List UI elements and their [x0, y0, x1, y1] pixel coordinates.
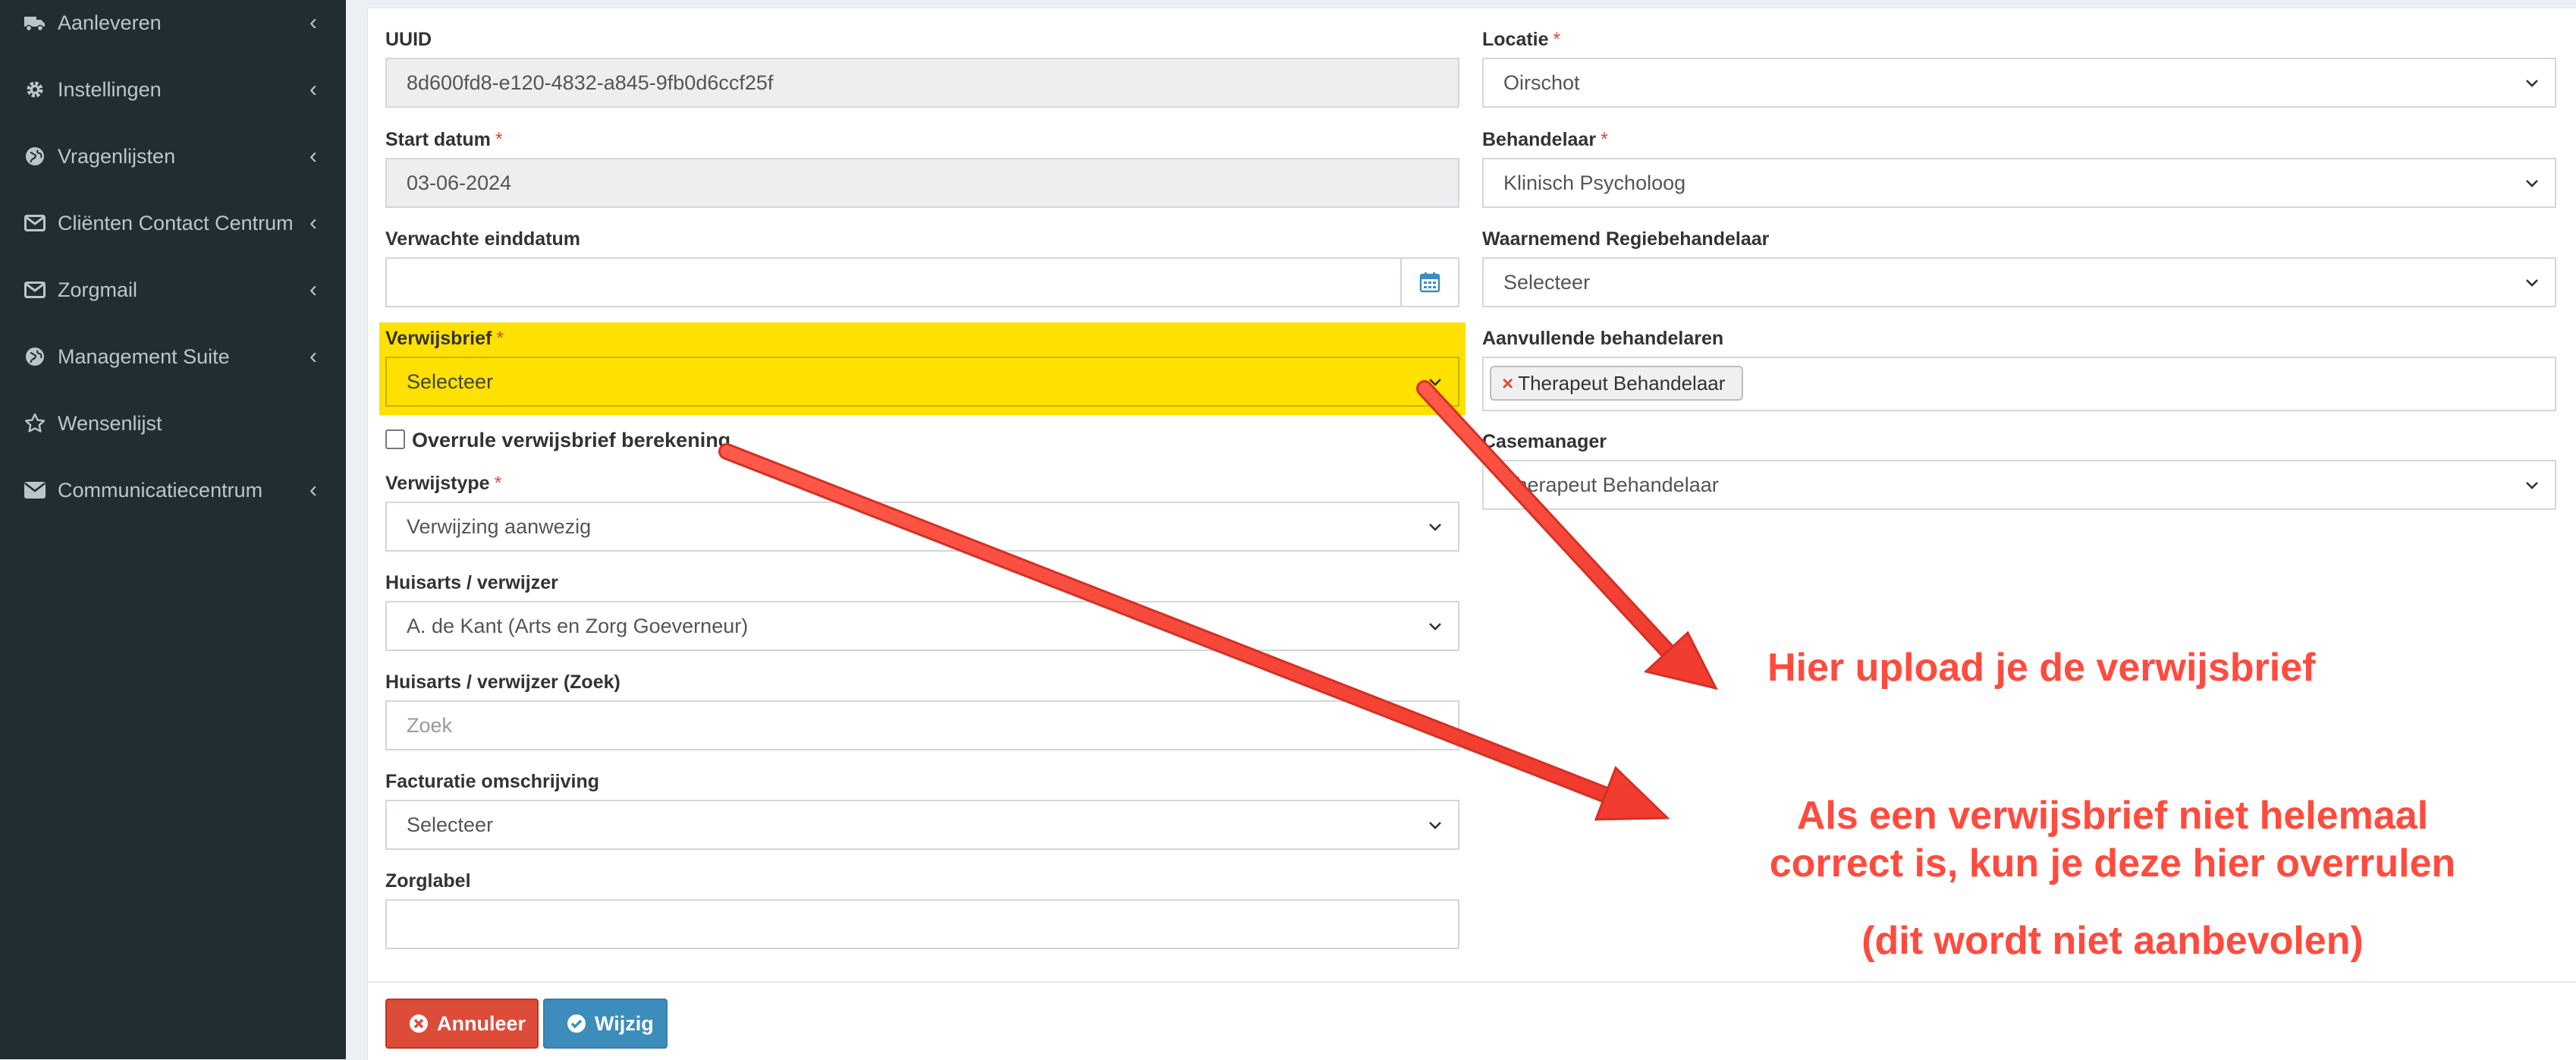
sidebar-item-aanleveren[interactable]: Aanleveren ‹	[0, 0, 346, 56]
huisarts-zoek-label: Huisarts / verwijzer (Zoek)	[385, 672, 620, 693]
sidebar-item-label: Instellingen	[58, 77, 162, 101]
annotation-overrule-line3: (dit wordt niet aanbevolen)	[1861, 919, 2364, 963]
chevron-down-icon	[1429, 623, 1441, 631]
sidebar-item-label: Cliënten Contact Centrum	[58, 211, 294, 234]
sidebar-item-label: Communicatiecentrum	[58, 478, 263, 502]
envelope-icon	[23, 211, 47, 235]
chevron-down-icon	[2526, 180, 2538, 187]
sidebar-item-communicatiecentrum[interactable]: Communicatiecentrum ‹	[0, 457, 346, 524]
verwijstype-select[interactable]: Verwijzing aanwezig	[385, 502, 1459, 552]
verwachte-einddatum-input[interactable]	[385, 257, 1459, 307]
start-datum-field: 03-06-2024	[385, 158, 1459, 208]
locatie-label: Locatie *	[1482, 29, 1561, 50]
chevron-down-icon	[1429, 379, 1441, 386]
envelope-icon	[23, 278, 47, 302]
verwijsbrief-label: Verwijsbrief *	[385, 328, 504, 349]
aanvullende-label: Aanvullende behandelaren	[1482, 328, 1724, 349]
calendar-icon	[1419, 272, 1440, 293]
chevron-left-icon: ‹	[309, 477, 317, 502]
tag-therapeut-behandelaar[interactable]: × Therapeut Behandelaar	[1490, 366, 1744, 401]
verwijstype-label: Verwijstype *	[385, 473, 502, 494]
waarnemend-select[interactable]: Selecteer	[1482, 257, 2556, 307]
waarnemend-label: Waarnemend Regiebehandelaar	[1482, 228, 1770, 250]
zorglabel-label: Zorglabel	[385, 870, 471, 892]
locatie-select[interactable]: Oirschot	[1482, 58, 2556, 108]
huisarts-zoek-input[interactable]: Zoek	[385, 700, 1459, 750]
uuid-field: 8d600fd8-e120-4832-a845-9fb0d6ccf25f	[385, 58, 1459, 108]
sidebar-item-clienten-contact-centrum[interactable]: Cliënten Contact Centrum ‹	[0, 190, 346, 256]
sidebar-item-vragenlijsten[interactable]: Vragenlijsten ‹	[0, 123, 346, 190]
save-button[interactable]: Wijzig	[543, 999, 668, 1049]
gear-icon	[23, 77, 47, 102]
sidebar-item-label: Wensenlijst	[58, 411, 162, 435]
sidebar-item-management-suite[interactable]: Management Suite ‹	[0, 323, 346, 390]
save-button-label: Wijzig	[595, 1011, 654, 1035]
chevron-left-icon: ‹	[309, 344, 317, 369]
facturatie-label: Facturatie omschrijving	[385, 771, 600, 792]
annotation-upload: Hier upload je de verwijsbrief	[1767, 646, 2316, 690]
casemanager-select[interactable]: Therapeut Behandelaar	[1482, 460, 2556, 510]
star-icon	[23, 411, 47, 436]
chevron-left-icon: ‹	[309, 10, 317, 35]
chevron-down-icon	[2526, 482, 2538, 489]
globe-icon	[23, 344, 47, 369]
tag-label: Therapeut Behandelaar	[1518, 371, 1726, 395]
huisarts-select[interactable]: A. de Kant (Arts en Zorg Goeverneur)	[385, 601, 1459, 651]
sidebar-item-zorgmail[interactable]: Zorgmail ‹	[0, 256, 346, 323]
start-datum-label: Start datum *	[385, 129, 503, 150]
truck-icon	[23, 11, 47, 35]
globe-icon	[23, 144, 47, 168]
overrule-checkbox[interactable]	[385, 429, 405, 449]
sidebar-item-instellingen[interactable]: Instellingen ‹	[0, 56, 346, 123]
start-datum-value: 03-06-2024	[407, 171, 512, 194]
chevron-left-icon: ‹	[309, 77, 317, 102]
cancel-button-label: Annuleer	[437, 1011, 526, 1035]
sidebar-item-wensenlijst[interactable]: Wensenlijst	[0, 390, 346, 457]
huisarts-label: Huisarts / verwijzer	[385, 572, 558, 593]
annotation-overrule-line2: correct is, kun je deze hier overrulen	[1769, 841, 2456, 885]
verwijsbrief-select[interactable]: Selecteer	[385, 357, 1459, 407]
behandelaar-label: Behandelaar *	[1482, 129, 1608, 150]
chevron-left-icon: ‹	[309, 210, 317, 235]
zorglabel-input[interactable]	[385, 899, 1459, 949]
facturatie-select[interactable]: Selecteer	[385, 800, 1459, 850]
chevron-left-icon: ‹	[309, 277, 317, 302]
sidebar-item-label: Aanleveren	[58, 11, 162, 34]
chevron-down-icon	[1429, 822, 1441, 829]
behandelaar-select[interactable]: Klinisch Psycholoog	[1482, 158, 2556, 208]
times-circle-icon	[408, 1013, 429, 1034]
chevron-down-icon	[1429, 524, 1441, 531]
sidebar-item-label: Vragenlijsten	[58, 144, 176, 168]
tag-remove-icon[interactable]: ×	[1502, 372, 1513, 395]
verwachte-einddatum-label: Verwachte einddatum	[385, 228, 581, 250]
box-footer-divider	[367, 981, 2576, 983]
sidebar-item-label: Management Suite	[58, 344, 230, 368]
annotation-overrule-line1: Als een verwijsbrief niet helemaal	[1796, 794, 2429, 838]
sidebar: Aanleveren ‹ Instellingen ‹ Vragenlijste…	[0, 0, 346, 1059]
calendar-button[interactable]	[1400, 259, 1458, 306]
envelope-icon	[23, 478, 47, 502]
casemanager-label: Casemanager	[1482, 431, 1607, 452]
sidebar-item-label: Zorgmail	[58, 278, 138, 301]
chevron-left-icon: ‹	[309, 143, 317, 168]
uuid-value: 8d600fd8-e120-4832-a845-9fb0d6ccf25f	[407, 71, 774, 94]
check-circle-icon	[566, 1013, 587, 1034]
chevron-down-icon	[2526, 279, 2538, 287]
overrule-label: Overrule verwijsbrief berekening	[412, 429, 731, 451]
cancel-button[interactable]: Annuleer	[385, 999, 539, 1049]
chevron-down-icon	[2526, 80, 2538, 87]
uuid-label: UUID	[385, 29, 432, 50]
huisarts-zoek-placeholder: Zoek	[407, 713, 453, 737]
